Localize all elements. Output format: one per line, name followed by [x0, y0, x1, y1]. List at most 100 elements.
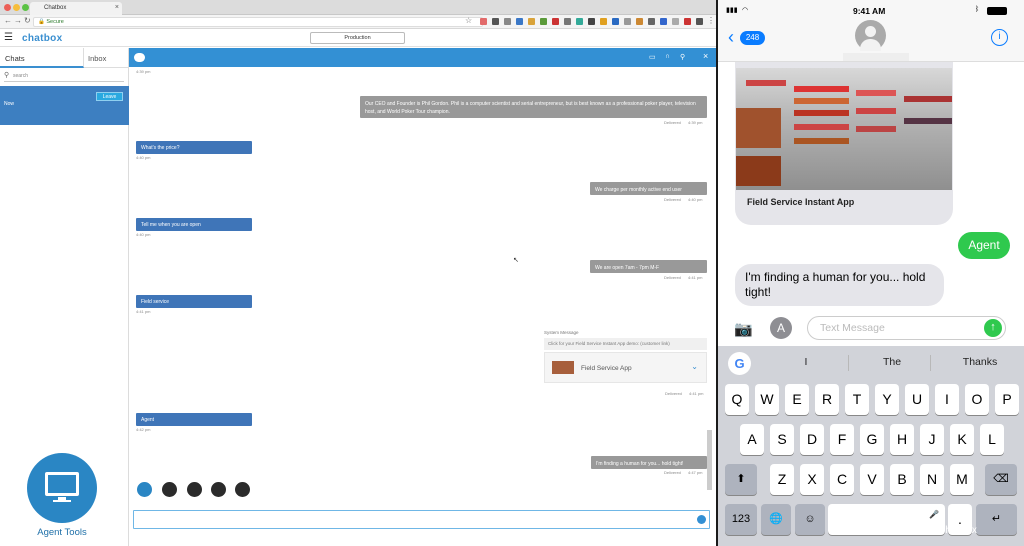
forward-icon[interactable]: →: [14, 16, 22, 25]
extension-icon[interactable]: [480, 18, 487, 25]
extension-icon[interactable]: [492, 18, 499, 25]
google-icon[interactable]: G: [728, 352, 751, 375]
minimize-window-icon[interactable]: [13, 4, 20, 11]
canned-response-icon[interactable]: [162, 482, 177, 497]
suggestion[interactable]: The: [868, 356, 916, 368]
chat-tool-icon[interactable]: [137, 482, 152, 497]
emoji-key[interactable]: ☺: [795, 504, 825, 535]
tab-chats[interactable]: Chats: [0, 48, 84, 68]
numbers-key[interactable]: 123: [725, 504, 757, 535]
close-tab-icon[interactable]: ×: [115, 4, 119, 11]
key[interactable]: W: [755, 384, 779, 415]
emoji-icon[interactable]: [697, 515, 706, 524]
key[interactable]: G: [860, 424, 884, 455]
extension-icon[interactable]: [612, 18, 619, 25]
key[interactable]: P: [995, 384, 1019, 415]
browser-tab[interactable]: Chatbox ×: [30, 2, 122, 15]
key[interactable]: K: [950, 424, 974, 455]
globe-key[interactable]: 🌐: [761, 504, 791, 535]
note-icon[interactable]: [211, 482, 226, 497]
close-icon[interactable]: ×: [703, 51, 708, 61]
extension-icon[interactable]: [528, 18, 535, 25]
reload-icon[interactable]: ↻: [24, 16, 31, 25]
space-key[interactable]: 🎤: [828, 504, 945, 535]
key[interactable]: C: [830, 464, 854, 495]
message-composer[interactable]: [133, 510, 710, 529]
suggestion[interactable]: I: [796, 356, 816, 368]
extension-icon[interactable]: [636, 18, 643, 25]
extension-icon[interactable]: [576, 18, 583, 25]
key[interactable]: Y: [875, 384, 899, 415]
extension-icon[interactable]: [600, 18, 607, 25]
extension-icon[interactable]: [516, 18, 523, 25]
key[interactable]: O: [965, 384, 989, 415]
leave-button[interactable]: Leave: [96, 92, 123, 101]
camera-icon[interactable]: 📷: [734, 320, 753, 338]
key[interactable]: S: [770, 424, 794, 455]
return-key[interactable]: ↵: [976, 504, 1017, 535]
chat-scrollbar[interactable]: [707, 430, 712, 490]
extension-icon[interactable]: [588, 18, 595, 25]
file-icon[interactable]: [187, 482, 202, 497]
extension-icon[interactable]: [672, 18, 679, 25]
close-window-icon[interactable]: [4, 4, 11, 11]
key[interactable]: X: [800, 464, 824, 495]
back-icon[interactable]: ‹: [728, 28, 734, 46]
key[interactable]: U: [905, 384, 929, 415]
key[interactable]: B: [890, 464, 914, 495]
attachment-icon[interactable]: [235, 482, 250, 497]
message-bubble-agent: We are open 7am - 7pm M-F: [590, 260, 707, 273]
key[interactable]: M: [950, 464, 974, 495]
key[interactable]: E: [785, 384, 809, 415]
info-icon[interactable]: i: [991, 29, 1008, 46]
key[interactable]: F: [830, 424, 854, 455]
key[interactable]: N: [920, 464, 944, 495]
key[interactable]: L: [980, 424, 1004, 455]
back-icon[interactable]: ←: [4, 16, 12, 25]
key[interactable]: H: [890, 424, 914, 455]
text-message-input[interactable]: Text Message: [807, 316, 1006, 340]
suggestion[interactable]: Thanks: [950, 356, 1010, 368]
screen-icon[interactable]: ▭: [649, 53, 656, 61]
key[interactable]: V: [860, 464, 884, 495]
backspace-key[interactable]: ⌫: [985, 464, 1017, 495]
search-input[interactable]: ⚲ search: [4, 72, 124, 82]
key[interactable]: R: [815, 384, 839, 415]
key[interactable]: T: [845, 384, 869, 415]
app-card[interactable]: Field Service Instant App: [735, 62, 953, 225]
system-message-text[interactable]: Click for your Field Service Instant App…: [544, 338, 707, 350]
key[interactable]: J: [920, 424, 944, 455]
search-icon[interactable]: ⚲: [680, 53, 685, 61]
extension-icon[interactable]: [696, 18, 703, 25]
tab-inbox[interactable]: Inbox: [88, 54, 106, 63]
key[interactable]: Z: [770, 464, 794, 495]
key[interactable]: A: [740, 424, 764, 455]
extension-icon[interactable]: [660, 18, 667, 25]
address-bar[interactable]: 🔒 Secure: [33, 17, 483, 27]
chevron-down-icon[interactable]: ⌄: [691, 362, 698, 371]
key[interactable]: D: [800, 424, 824, 455]
hamburger-menu-icon[interactable]: ☰: [4, 32, 13, 43]
maximize-window-icon[interactable]: [22, 4, 29, 11]
key[interactable]: Q: [725, 384, 749, 415]
service-card[interactable]: Field Service App ⌄: [544, 352, 707, 383]
extension-icon[interactable]: [552, 18, 559, 25]
star-icon[interactable]: ☆: [465, 16, 472, 25]
app-store-icon[interactable]: A: [770, 317, 792, 339]
extension-icon[interactable]: [624, 18, 631, 25]
agent-tools-button[interactable]: [27, 453, 97, 523]
avatar[interactable]: [855, 20, 886, 51]
extension-icon[interactable]: [684, 18, 691, 25]
unread-count-badge[interactable]: 248: [740, 31, 765, 45]
shift-key[interactable]: ⬆: [725, 464, 757, 495]
extension-icon[interactable]: [648, 18, 655, 25]
headset-icon[interactable]: ∩: [665, 53, 670, 60]
environment-selector[interactable]: Production: [310, 32, 405, 44]
send-icon[interactable]: ↑: [984, 319, 1002, 337]
extension-icon[interactable]: [564, 18, 571, 25]
microphone-icon[interactable]: 🎤: [929, 510, 939, 519]
extension-icon[interactable]: [540, 18, 547, 25]
extension-icon[interactable]: [504, 18, 511, 25]
menu-dots-icon[interactable]: ⋮: [707, 16, 715, 25]
key[interactable]: I: [935, 384, 959, 415]
